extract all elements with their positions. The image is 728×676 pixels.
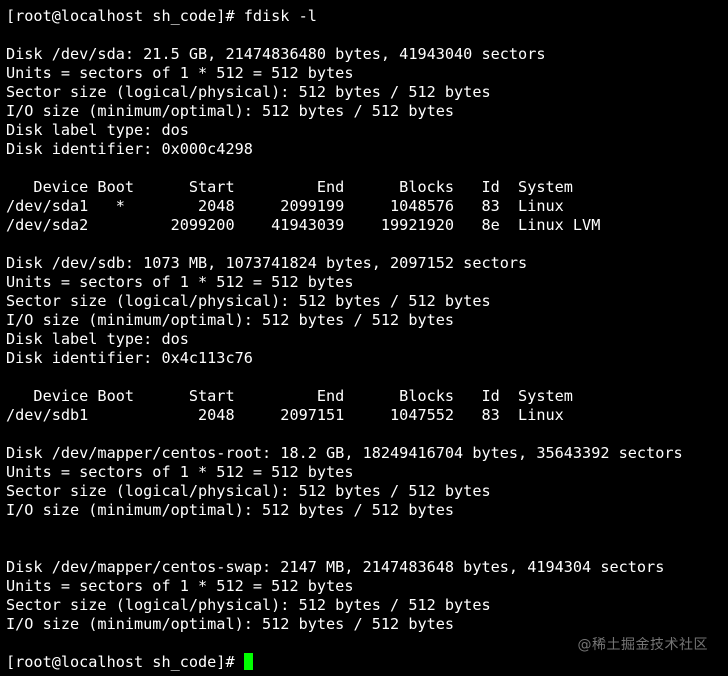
terminal-line: Device Boot Start End Blocks Id System bbox=[6, 178, 573, 196]
terminal-line: /dev/sdb1 2048 2097151 1047552 83 Linux bbox=[6, 406, 564, 424]
command-prompt: [root@localhost sh_code]# bbox=[6, 653, 244, 671]
terminal-line: I/O size (minimum/optimal): 512 bytes / … bbox=[6, 615, 455, 633]
terminal-line: Disk label type: dos bbox=[6, 330, 189, 348]
command-prompt-line[interactable]: [root@localhost sh_code]# bbox=[6, 653, 683, 672]
terminal-line: Sector size (logical/physical): 512 byte… bbox=[6, 292, 491, 310]
terminal-line: Disk identifier: 0x000c4298 bbox=[6, 140, 253, 158]
terminal-line: Disk /dev/sda: 21.5 GB, 21474836480 byte… bbox=[6, 45, 546, 63]
terminal-line: Units = sectors of 1 * 512 = 512 bytes bbox=[6, 273, 354, 291]
terminal-window[interactable]: [root@localhost sh_code]# fdisk -l Disk /… bbox=[0, 0, 728, 676]
terminal-line: I/O size (minimum/optimal): 512 bytes / … bbox=[6, 501, 455, 519]
terminal-line: Disk label type: dos bbox=[6, 121, 189, 139]
terminal-line: [root@localhost sh_code]# fdisk -l bbox=[6, 7, 317, 25]
watermark-text: @稀土掘金技术社区 bbox=[577, 637, 708, 653]
terminal-line: Units = sectors of 1 * 512 = 512 bytes bbox=[6, 463, 354, 481]
terminal-line: /dev/sda1 * 2048 2099199 1048576 83 Linu… bbox=[6, 197, 564, 215]
terminal-line: Disk /dev/sdb: 1073 MB, 1073741824 bytes… bbox=[6, 254, 528, 272]
terminal-line: Sector size (logical/physical): 512 byte… bbox=[6, 83, 491, 101]
terminal-line: Disk identifier: 0x4c113c76 bbox=[6, 349, 253, 367]
terminal-line: Disk /dev/mapper/centos-root: 18.2 GB, 1… bbox=[6, 444, 683, 462]
terminal-line: I/O size (minimum/optimal): 512 bytes / … bbox=[6, 311, 455, 329]
terminal-line: Sector size (logical/physical): 512 byte… bbox=[6, 482, 491, 500]
terminal-line: Units = sectors of 1 * 512 = 512 bytes bbox=[6, 64, 354, 82]
terminal-line: I/O size (minimum/optimal): 512 bytes / … bbox=[6, 102, 455, 120]
terminal-line: /dev/sda2 2099200 41943039 19921920 8e L… bbox=[6, 216, 601, 234]
terminal-line: Sector size (logical/physical): 512 byte… bbox=[6, 596, 491, 614]
terminal-output: [root@localhost sh_code]# fdisk -l Disk /… bbox=[6, 7, 683, 672]
terminal-line: Disk /dev/mapper/centos-swap: 2147 MB, 2… bbox=[6, 558, 665, 576]
terminal-line: Device Boot Start End Blocks Id System bbox=[6, 387, 573, 405]
text-cursor[interactable] bbox=[243, 653, 253, 670]
terminal-line: Units = sectors of 1 * 512 = 512 bytes bbox=[6, 577, 354, 595]
